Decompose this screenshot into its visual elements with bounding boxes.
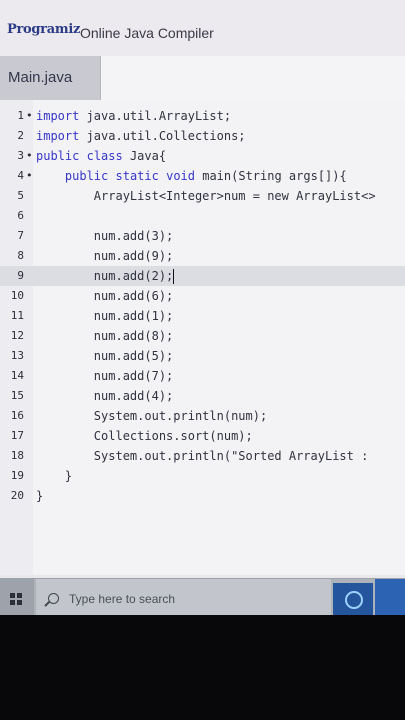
code-line[interactable]: 15 num.add(4); [0,386,405,406]
line-number: 18 [10,449,24,462]
line-number: 17 [10,429,24,442]
tab-label: Main.java [8,69,73,86]
code-text: import java.util.ArrayList; [36,109,232,123]
windows-taskbar: Type here to search [0,578,405,615]
code-text: num.add(6); [36,289,174,303]
code-line[interactable]: 12 num.add(8); [0,326,405,346]
tab-main-java[interactable]: Main.java [0,56,101,100]
code-line[interactable]: 5 ArrayList<Integer>num = new ArrayList<… [0,186,405,206]
code-text: num.add(1); [36,309,174,323]
code-text: Collections.sort(num); [36,429,253,443]
line-number: 3 [17,149,24,162]
code-text: import java.util.Collections; [36,129,246,143]
code-line[interactable]: 3 • public class Java{ [0,146,405,166]
code-text: num.add(3); [36,229,174,243]
line-number: 8 [17,249,24,262]
taskbar-active-app[interactable] [375,579,405,615]
code-text: public class Java{ [36,149,167,163]
code-text: public static void main(String args[]){ [64,169,347,183]
taskbar-search-box[interactable]: Type here to search [36,579,331,615]
code-text: } [36,469,73,483]
code-text: num.add(9); [36,249,174,263]
code-line[interactable]: 6 [0,206,405,226]
code-line[interactable]: 2 import java.util.Collections; [0,126,405,146]
text-cursor [173,269,175,284]
code-line[interactable]: 17 Collections.sort(num); [0,426,405,446]
code-line[interactable]: 16 System.out.println(num); [0,406,405,426]
code-text: num.add(5); [36,349,174,363]
code-line[interactable]: 9 num.add(2); [0,266,405,286]
app-header: Programiz Online Java Compiler [0,0,405,57]
fold-marker-icon[interactable]: • [26,146,33,166]
code-line[interactable]: 19 } [0,466,405,486]
line-number: 13 [10,349,24,362]
search-icon [48,593,59,604]
line-number: 2 [17,129,24,142]
line-number: 11 [10,309,24,322]
line-number: 10 [10,289,24,302]
file-tab-bar: Main.java [0,56,405,100]
line-number: 19 [10,469,24,482]
search-placeholder: Type here to search [69,592,176,606]
line-number: 9 [17,269,24,282]
code-line[interactable]: 14 num.add(7); [0,366,405,386]
line-number: 7 [17,229,24,242]
line-number: 12 [10,329,24,342]
line-number: 16 [10,409,24,422]
code-line[interactable]: 13 num.add(5); [0,346,405,366]
code-line[interactable]: 4 • public static void main(String args[]… [0,166,405,186]
code-text: System.out.println(num); [36,409,268,423]
line-number: 5 [17,189,24,202]
code-line[interactable]: 11 num.add(1); [0,306,405,326]
code-line[interactable]: 8 num.add(9); [0,246,405,266]
programiz-logo[interactable]: Programiz [7,22,80,37]
line-number: 1 [17,109,24,122]
code-line[interactable]: 20} [0,486,405,506]
edge-browser-icon[interactable] [333,583,373,615]
screen: Programiz Online Java Compiler Main.java… [0,0,405,615]
code-text: num.add(7); [36,369,174,383]
code-editor[interactable]: 1 • import java.util.ArrayList; 2 import jav… [0,100,405,575]
line-number: 14 [10,369,24,382]
code-text: num.add(2); [36,269,175,284]
code-text: num.add(8); [36,329,174,343]
code-text: num.add(4); [36,389,174,403]
fold-marker-icon[interactable]: • [26,106,33,126]
line-number: 15 [10,389,24,402]
code-line[interactable]: 18 System.out.println("Sorted ArrayList … [0,446,405,466]
code-line[interactable]: 10 num.add(6); [0,286,405,306]
line-number: 6 [17,209,24,222]
start-button[interactable] [0,579,34,615]
windows-start-icon [10,593,22,605]
code-text: System.out.println("Sorted ArrayList : [36,449,369,463]
fold-marker-icon[interactable]: • [26,166,33,186]
tab-bar-empty-area [100,56,405,100]
line-number: 4 [17,169,24,182]
code-line[interactable]: 7 num.add(3); [0,226,405,246]
code-line[interactable]: 1 • import java.util.ArrayList; [0,106,405,126]
code-text: } [36,489,44,503]
page-title: Online Java Compiler [80,25,214,41]
line-number: 20 [10,489,24,502]
code-text: ArrayList<Integer>num = new ArrayList<> [36,189,376,203]
